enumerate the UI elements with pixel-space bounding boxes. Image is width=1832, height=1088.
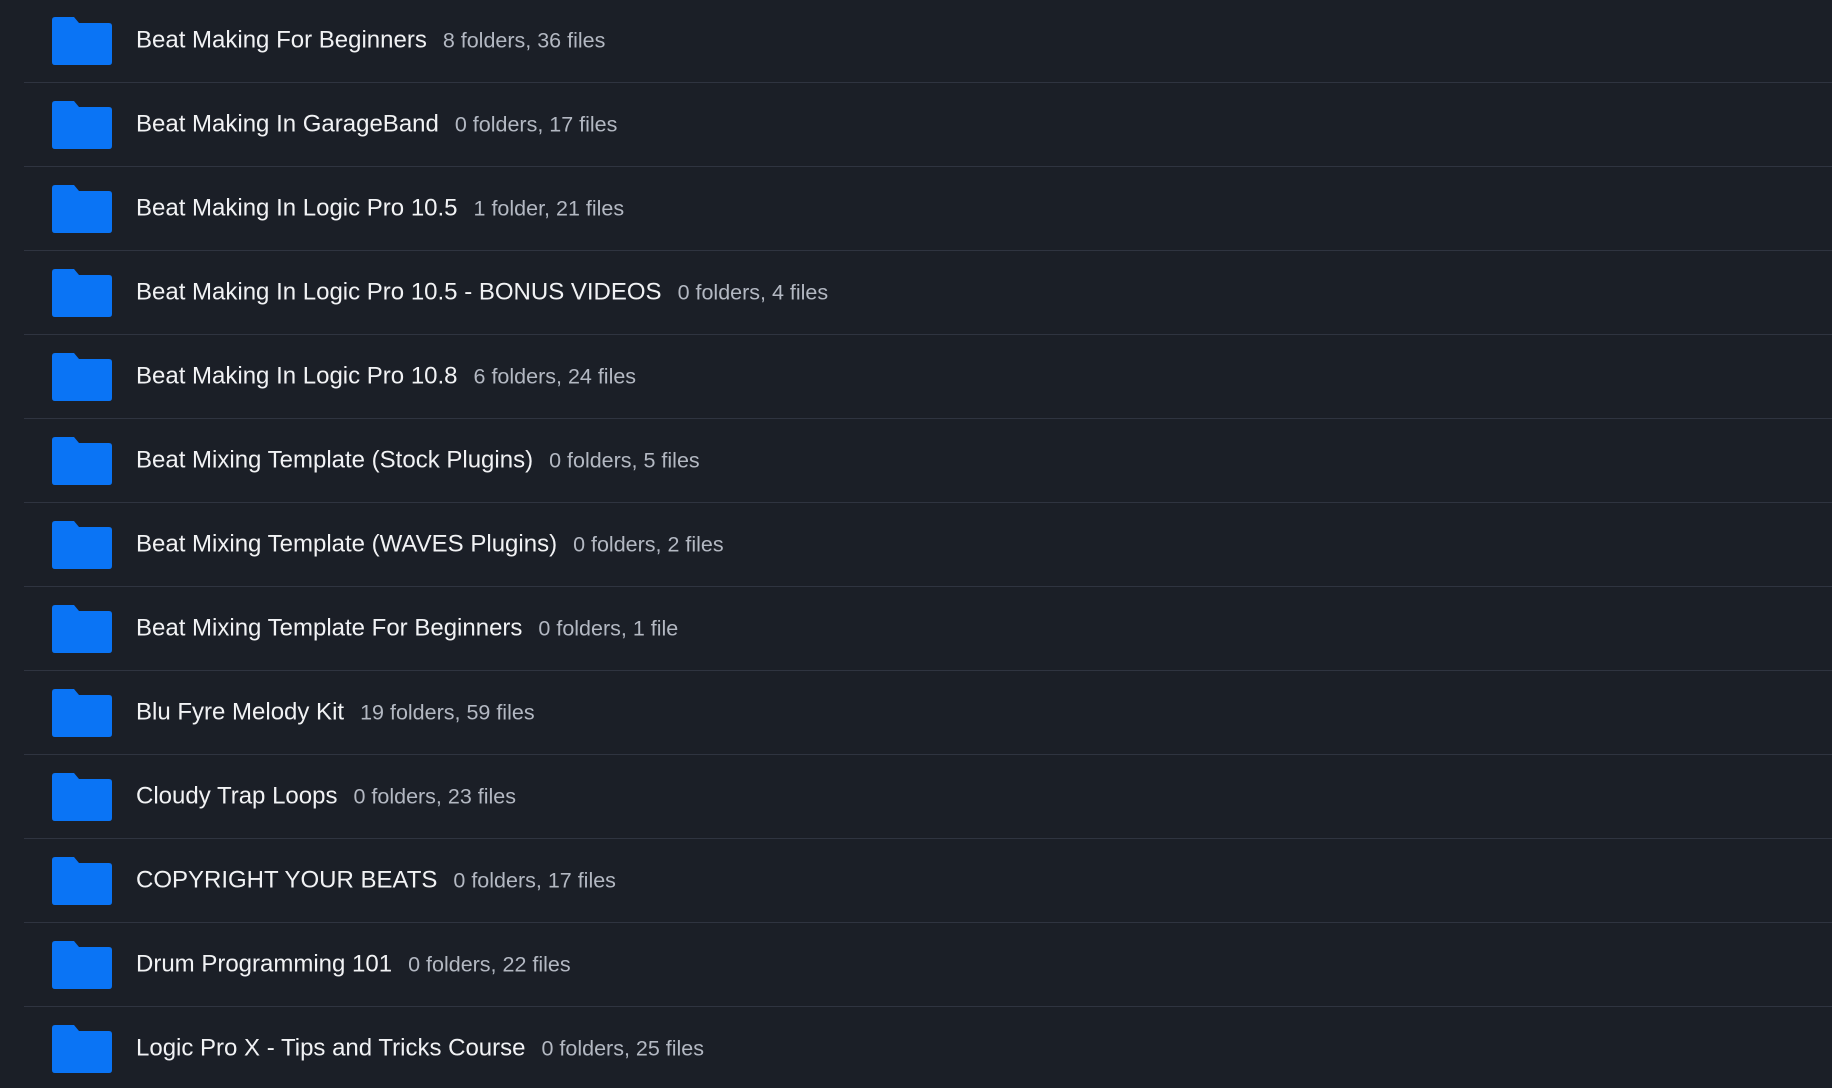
folder-row[interactable]: Beat Mixing Template (WAVES Plugins) 0 fo… xyxy=(24,503,1832,587)
folder-name[interactable]: COPYRIGHT YOUR BEATS xyxy=(136,866,437,894)
folder-meta: 1 folder, 21 files xyxy=(473,195,625,220)
folder-name[interactable]: Beat Mixing Template (WAVES Plugins) xyxy=(136,530,557,558)
folder-icon xyxy=(52,520,112,569)
folder-name[interactable]: Beat Making In Logic Pro 10.5 - BONUS VI… xyxy=(136,278,662,306)
folder-row[interactable]: Beat Making In Logic Pro 10.5 - BONUS VI… xyxy=(24,251,1832,335)
folder-meta: 0 folders, 17 files xyxy=(453,867,616,892)
folder-meta: 0 folders, 23 files xyxy=(353,783,516,808)
folder-row[interactable]: Blu Fyre Melody Kit 19 folders, 59 files xyxy=(24,671,1832,755)
folder-icon xyxy=(52,604,112,653)
folder-row[interactable]: Logic Pro X - Tips and Tricks Course 0 fo… xyxy=(24,1007,1832,1088)
folder-name[interactable]: Cloudy Trap Loops xyxy=(136,782,337,810)
folder-meta: 0 folders, 1 file xyxy=(538,615,679,640)
folder-meta: 19 folders, 59 files xyxy=(360,699,535,724)
folder-name[interactable]: Beat Making In GarageBand xyxy=(136,110,439,138)
folder-icon xyxy=(52,688,112,737)
folder-name[interactable]: Beat Making In Logic Pro 10.8 xyxy=(136,362,458,390)
folder-row[interactable]: Beat Mixing Template (Stock Plugins) 0 fo… xyxy=(24,419,1832,503)
folder-meta: 0 folders, 25 files xyxy=(541,1035,705,1060)
folder-row[interactable]: Cloudy Trap Loops 0 folders, 23 files xyxy=(24,755,1832,839)
folder-row[interactable]: Beat Making For Beginners 8 folders, 36 f… xyxy=(24,0,1832,83)
folder-icon xyxy=(52,184,112,233)
folder-icon xyxy=(52,352,112,401)
folder-name[interactable]: Beat Making For Beginners xyxy=(136,26,427,54)
folder-meta: 0 folders, 2 files xyxy=(573,531,724,556)
folder-row[interactable]: COPYRIGHT YOUR BEATS 0 folders, 17 files xyxy=(24,839,1832,923)
folder-row[interactable]: Beat Making In Logic Pro 10.5 1 folder, 2… xyxy=(24,167,1832,251)
folder-name[interactable]: Beat Mixing Template For Beginners xyxy=(136,614,522,642)
folder-row[interactable]: Beat Mixing Template For Beginners 0 fold… xyxy=(24,587,1832,671)
folder-meta: 6 folders, 24 files xyxy=(473,363,637,388)
folder-meta: 0 folders, 5 files xyxy=(549,447,700,472)
folder-icon xyxy=(52,856,112,905)
folder-row[interactable]: Drum Programming 101 0 folders, 22 files xyxy=(24,923,1832,1007)
folder-icon xyxy=(52,100,112,149)
folder-meta: 0 folders, 22 files xyxy=(408,951,571,976)
folder-icon xyxy=(52,1024,112,1073)
folder-list: Beat Making For Beginners 8 folders, 36 f… xyxy=(0,0,1832,1088)
folder-row[interactable]: Beat Making In Logic Pro 10.8 6 folders, … xyxy=(24,335,1832,419)
folder-name[interactable]: Logic Pro X - Tips and Tricks Course xyxy=(136,1034,525,1062)
folder-name[interactable]: Blu Fyre Melody Kit xyxy=(136,698,344,726)
folder-meta: 0 folders, 17 files xyxy=(454,111,618,136)
folder-icon xyxy=(52,772,112,821)
folder-icon xyxy=(52,940,112,989)
folder-row[interactable]: Beat Making In GarageBand 0 folders, 17 f… xyxy=(24,83,1832,167)
folder-meta: 0 folders, 4 files xyxy=(677,279,829,304)
folder-icon xyxy=(52,436,112,485)
folder-icon xyxy=(52,16,112,65)
folder-meta: 8 folders, 36 files xyxy=(442,27,606,52)
folder-name[interactable]: Beat Making In Logic Pro 10.5 xyxy=(136,194,458,222)
folder-name[interactable]: Beat Mixing Template (Stock Plugins) xyxy=(136,446,533,474)
folder-icon xyxy=(52,268,112,317)
folder-name[interactable]: Drum Programming 101 xyxy=(136,950,392,978)
